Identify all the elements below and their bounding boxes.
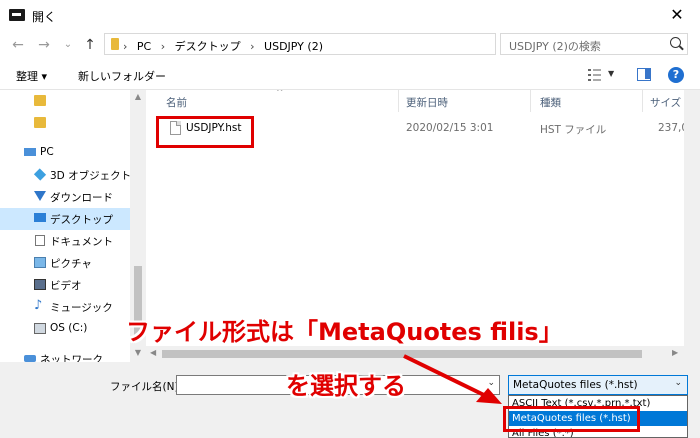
filetype-highlight-box bbox=[503, 406, 640, 432]
view-options-icon[interactable] bbox=[588, 69, 602, 81]
breadcrumb-pc[interactable]: PC bbox=[137, 40, 151, 53]
search-box[interactable]: USDJPY (2)の検索 bbox=[500, 33, 688, 55]
view-dropdown-icon[interactable]: ▼ bbox=[608, 69, 614, 78]
folder-icon bbox=[111, 38, 119, 50]
back-button[interactable]: ← bbox=[10, 37, 26, 53]
column-header-modified[interactable]: 更新日時 bbox=[406, 95, 448, 110]
document-icon bbox=[35, 235, 45, 246]
new-folder-button[interactable]: 新しいフォルダー bbox=[78, 68, 166, 84]
breadcrumb-separator: › bbox=[250, 40, 255, 53]
scroll-up-icon[interactable]: ▲ bbox=[130, 92, 146, 101]
sidebar-item-pc[interactable]: PC bbox=[0, 142, 130, 164]
chevron-down-icon[interactable]: ⌄ bbox=[487, 378, 495, 388]
sidebar-item-3d-objects[interactable]: 3D オブジェクト bbox=[0, 164, 132, 186]
recent-locations-button[interactable]: ⌄ bbox=[60, 37, 76, 53]
breadcrumb-separator: › bbox=[160, 40, 166, 53]
sidebar-item-label: ダウンロード bbox=[50, 192, 113, 204]
sidebar-item-quick-folder-1[interactable] bbox=[0, 90, 130, 112]
chevron-down-icon[interactable]: ⌄ bbox=[674, 378, 682, 388]
column-header-size[interactable]: サイズ bbox=[650, 95, 681, 110]
sidebar-item-label: ビデオ bbox=[50, 280, 82, 292]
column-divider[interactable] bbox=[530, 90, 531, 112]
organize-button[interactable]: 整理 ▾ bbox=[16, 68, 47, 84]
up-button[interactable]: ↑ bbox=[82, 37, 98, 53]
address-bar[interactable]: › PC › デスクトップ › USDJPY (2) ⌄ ↻ bbox=[104, 33, 593, 55]
sidebar-item-label: ネットワーク bbox=[40, 354, 103, 362]
sidebar-item-label: ピクチャ bbox=[50, 258, 92, 270]
music-icon: ♪ bbox=[34, 298, 43, 313]
pc-icon bbox=[24, 148, 36, 156]
horizontal-scrollbar[interactable]: ◀ ▶ bbox=[146, 346, 684, 362]
filetype-select[interactable]: MetaQuotes files (*.hst) ⌄ bbox=[508, 375, 688, 395]
sidebar-item-downloads[interactable]: ダウンロード bbox=[0, 186, 130, 208]
sidebar-item-label: 3D オブジェクト bbox=[50, 170, 132, 182]
desktop-icon bbox=[34, 213, 46, 222]
3d-objects-icon bbox=[33, 168, 47, 181]
sidebar-item-desktop[interactable]: デスクトップ bbox=[0, 208, 130, 230]
sidebar-item-documents[interactable]: ドキュメント bbox=[0, 230, 130, 252]
filename-label: ファイル名(N): bbox=[110, 381, 183, 393]
breadcrumb-desktop[interactable]: デスクトップ bbox=[175, 40, 241, 53]
breadcrumb-usdjpy[interactable]: USDJPY (2) bbox=[264, 40, 323, 53]
download-icon bbox=[34, 191, 46, 201]
help-icon[interactable]: ? bbox=[668, 67, 684, 83]
column-header-name[interactable]: 名前 bbox=[166, 95, 187, 110]
sidebar-item-label: デスクトップ bbox=[50, 214, 113, 226]
video-icon bbox=[34, 279, 46, 290]
drive-icon bbox=[34, 323, 46, 334]
sidebar-item-pictures[interactable]: ピクチャ bbox=[0, 252, 130, 274]
search-input[interactable]: USDJPY (2)の検索 bbox=[509, 38, 601, 54]
sidebar-item-label: ミュージック bbox=[50, 302, 113, 314]
folder-icon bbox=[34, 95, 46, 106]
scroll-down-icon[interactable]: ▼ bbox=[130, 348, 146, 357]
command-bar: 整理 ▾ 新しいフォルダー ▼ ? bbox=[0, 60, 700, 90]
column-header-type[interactable]: 種類 bbox=[540, 95, 561, 110]
breadcrumb: › PC › デスクトップ › USDJPY (2) bbox=[123, 38, 329, 54]
sidebar-item-music[interactable]: ♪ ミュージック bbox=[0, 296, 130, 318]
scroll-left-icon[interactable]: ◀ bbox=[150, 348, 156, 357]
title-bar: 開く ✕ bbox=[0, 0, 700, 30]
breadcrumb-separator: › bbox=[123, 40, 128, 53]
file-type: HST ファイル bbox=[540, 124, 607, 136]
annotation-text-line1: ファイル形式は「MetaQuotes filis」 bbox=[126, 318, 563, 346]
file-modified: 2020/02/15 3:01 bbox=[406, 122, 494, 134]
network-icon bbox=[24, 355, 36, 362]
sidebar-item-videos[interactable]: ビデオ bbox=[0, 274, 130, 296]
filetype-selected-value: MetaQuotes files (*.hst) bbox=[513, 379, 638, 391]
scrollbar-thumb[interactable] bbox=[162, 350, 642, 358]
preview-pane-icon[interactable] bbox=[637, 68, 651, 81]
column-divider[interactable] bbox=[398, 90, 399, 112]
file-highlight-box bbox=[156, 116, 254, 148]
close-button[interactable]: ✕ bbox=[654, 0, 700, 30]
forward-button[interactable]: → bbox=[36, 37, 52, 53]
folder-icon bbox=[34, 117, 46, 128]
annotation-text-line2: を選択する bbox=[286, 372, 406, 400]
scroll-right-icon[interactable]: ▶ bbox=[672, 348, 678, 357]
app-icon bbox=[9, 9, 25, 21]
navigation-pane: PC 3D オブジェクト ダウンロード デスクトップ ドキュメント ピクチャ ビ… bbox=[0, 90, 146, 362]
sidebar-item-label: OS (C:) bbox=[50, 322, 88, 334]
sidebar-item-label: PC bbox=[40, 146, 54, 158]
sidebar-item-os-drive[interactable]: OS (C:) bbox=[0, 318, 130, 340]
pictures-icon bbox=[34, 257, 46, 268]
file-list-scrollbar[interactable] bbox=[684, 90, 700, 362]
sidebar-item-quick-folder-2[interactable] bbox=[0, 112, 130, 134]
sort-ascending-icon: ^ bbox=[276, 90, 284, 98]
search-icon bbox=[670, 37, 681, 48]
window-title: 開く bbox=[32, 10, 57, 24]
sidebar-item-label: ドキュメント bbox=[50, 236, 113, 248]
sidebar-item-network[interactable]: ネットワーク bbox=[0, 348, 130, 362]
column-divider[interactable] bbox=[642, 90, 643, 112]
